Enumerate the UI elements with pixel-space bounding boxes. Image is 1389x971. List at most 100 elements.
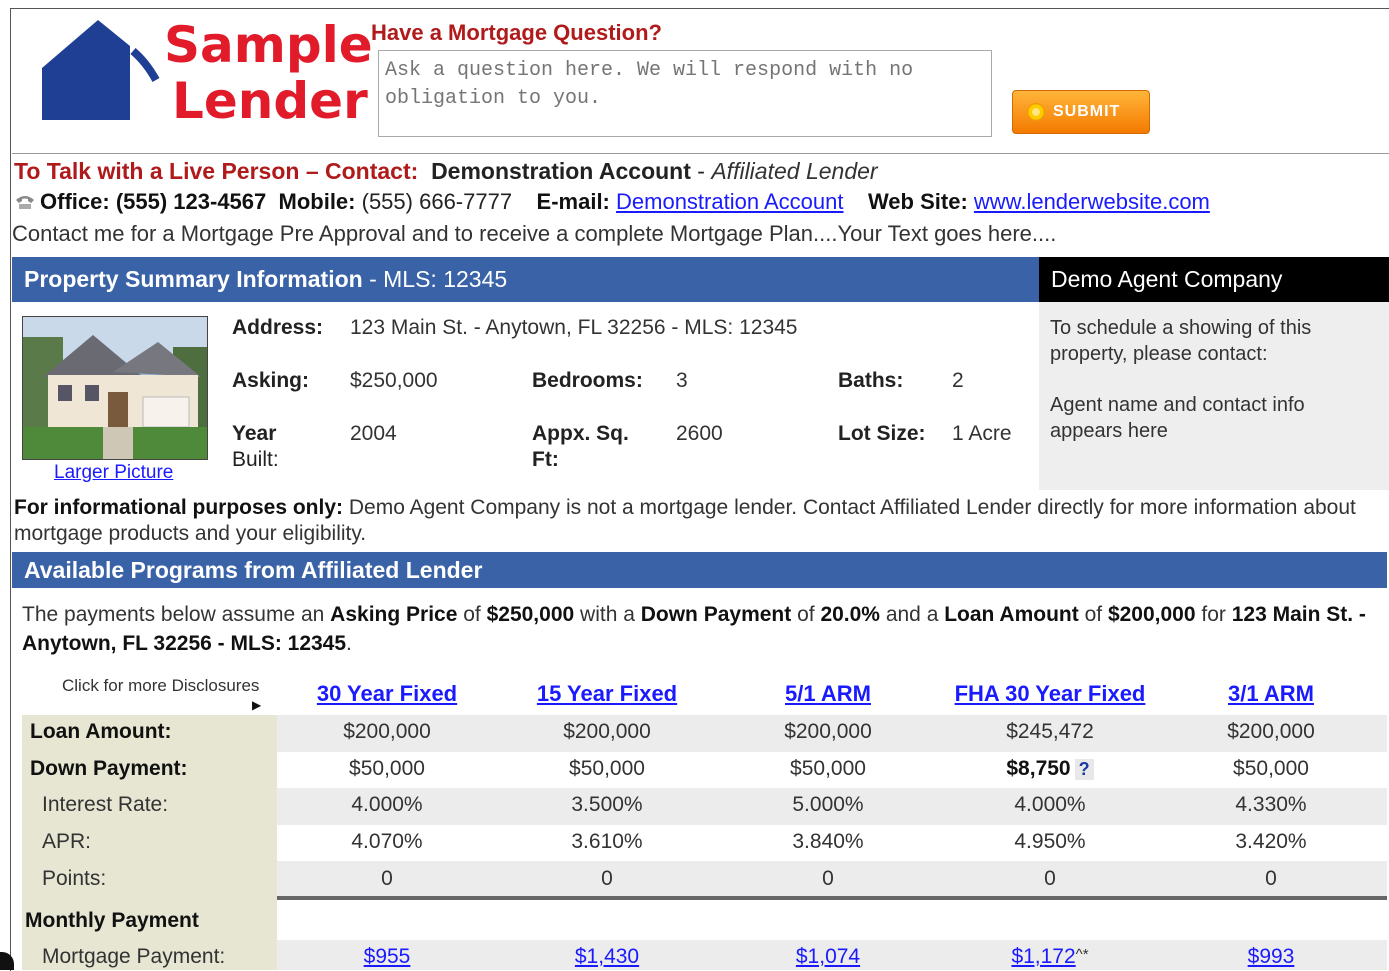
payment-link[interactable]: $993 <box>1248 945 1295 968</box>
website-link[interactable]: www.lenderwebsite.com <box>974 189 1210 214</box>
table-cell: 0 <box>1044 867 1056 890</box>
bedrooms-value: 3 <box>676 369 688 392</box>
assume-bold-4: 20.0% <box>820 603 880 626</box>
table-cell: $50,000 <box>790 757 866 780</box>
col-header-5-1-arm[interactable]: 5/1 ARM <box>728 681 928 707</box>
lot-size-label: Lot Size: <box>838 422 926 445</box>
assume-text-3: with a <box>574 603 641 626</box>
assume-bold-2: $250,000 <box>486 603 575 626</box>
baths-value: 2 <box>952 369 964 392</box>
website-label: Web Site: <box>867 189 968 214</box>
row-label-interest-rate: Interest Rate: <box>42 793 169 816</box>
assume-bold-6: $200,000 <box>1107 603 1196 626</box>
table-cell: $200,000 <box>784 720 872 743</box>
sun-icon <box>1027 103 1045 121</box>
fha-down-payment-value: $8,750 <box>1006 757 1071 780</box>
question-input[interactable] <box>378 50 992 137</box>
assume-text-5: and a <box>879 603 945 626</box>
col-header-fha-30-year-fixed[interactable]: FHA 30 Year Fixed <box>950 681 1150 707</box>
address-value: 123 Main St. - Anytown, FL 32256 - MLS: … <box>350 316 798 339</box>
sqft-label-line1: Appx. Sq. <box>532 422 629 445</box>
table-cell: $50,000 <box>349 757 425 780</box>
row-label-monthly-payment: Monthly Payment <box>25 909 199 932</box>
larger-picture-link[interactable]: Larger Picture <box>54 462 173 484</box>
property-summary-bar: Property Summary Information - MLS: 1234… <box>12 257 1039 302</box>
col-header-15-year-fixed[interactable]: 15 Year Fixed <box>507 681 707 707</box>
payment-link[interactable]: $1,430 <box>575 945 639 968</box>
table-cell: $8,750? <box>950 757 1150 781</box>
house-logo-icon <box>42 20 160 120</box>
agent-company-bar: Demo Agent Company <box>1039 257 1389 302</box>
assume-bold-3: Down Payment <box>640 603 792 626</box>
email-link[interactable]: Demonstration Account <box>616 189 843 214</box>
address-label: Address: <box>232 316 324 339</box>
assume-text-1: The payments below assume an <box>22 603 331 626</box>
table-cell: 3.500% <box>571 793 643 816</box>
assume-bold-5: Loan Amount <box>944 603 1079 626</box>
table-cell: $955 <box>287 945 487 969</box>
table-cell: 5.000% <box>792 793 864 816</box>
office-value: (555) 123-4567 <box>115 189 267 214</box>
contact-line: To Talk with a Live Person – Contact: De… <box>14 158 878 185</box>
phone-icon <box>16 196 34 209</box>
payment-link[interactable]: $1,172 <box>1011 945 1075 968</box>
row-label-points: Points: <box>42 867 107 890</box>
row-label-loan-amount: Loan Amount: <box>30 720 172 743</box>
talk-label: To Talk with a Live Person – Contact: <box>14 158 419 184</box>
assume-text-6: of <box>1078 603 1108 626</box>
table-cell: $1,430 <box>507 945 707 969</box>
year-built-label-line1: Year <box>232 422 277 445</box>
table-cell: 3.840% <box>792 830 864 853</box>
table-cell: 4.330% <box>1235 793 1307 816</box>
table-cell: $50,000 <box>1233 757 1309 780</box>
asking-value: $250,000 <box>350 369 438 392</box>
table-cell: $1,172^* <box>950 945 1150 969</box>
table-cell: $50,000 <box>569 757 645 780</box>
contact-name: Demonstration Account <box>431 158 691 184</box>
office-label: Office: <box>40 189 110 214</box>
bedrooms-label: Bedrooms: <box>532 369 643 392</box>
property-summary-mls: - MLS: 12345 <box>362 266 508 292</box>
contact-separator: - <box>690 158 712 184</box>
payment-footnote-mark: ^* <box>1075 946 1089 963</box>
lot-size-value: 1 Acre <box>952 422 1012 445</box>
triangle-right-icon[interactable]: ▶ <box>252 698 261 712</box>
assume-text-2: of <box>457 603 487 626</box>
submit-label: SUBMIT <box>1053 103 1121 120</box>
submit-button[interactable]: SUBMIT <box>1012 90 1150 134</box>
disclosures-link[interactable]: Click for more Disclosures <box>62 676 259 696</box>
table-cell: 0 <box>601 867 613 890</box>
year-built-value: 2004 <box>350 422 397 445</box>
table-cell: $200,000 <box>1227 720 1315 743</box>
table-cell: 3.420% <box>1235 830 1307 853</box>
mortgage-question-label: Have a Mortgage Question? <box>371 20 662 45</box>
row-label-mortgage-payment: Mortgage Payment: <box>42 945 226 968</box>
payment-link[interactable]: $955 <box>364 945 411 968</box>
table-cell: $200,000 <box>343 720 431 743</box>
logo-text-sample: Sample <box>164 16 373 74</box>
contact-tagline: Contact me for a Mortgage Pre Approval a… <box>12 221 1057 246</box>
year-built-label-line2: Built: <box>232 448 279 471</box>
table-cell: 3.610% <box>571 830 643 853</box>
table-cell: 0 <box>1265 867 1277 890</box>
row-label-apr: APR: <box>42 830 92 853</box>
baths-label: Baths: <box>838 369 904 392</box>
assume-bold-1: Asking Price <box>330 603 458 626</box>
property-photo[interactable] <box>22 316 208 460</box>
table-cell: 4.950% <box>1014 830 1086 853</box>
col-header-3-1-arm[interactable]: 3/1 ARM <box>1171 681 1371 707</box>
asking-label: Asking: <box>232 369 310 392</box>
email-label: E-mail: <box>536 189 610 214</box>
payment-assumption-text: The payments below assume an Asking Pric… <box>22 600 1372 658</box>
col-header-30-year-fixed[interactable]: 30 Year Fixed <box>287 681 487 707</box>
table-cell: $200,000 <box>563 720 651 743</box>
mobile-label: Mobile: <box>278 189 356 214</box>
payment-link[interactable]: $1,074 <box>796 945 860 968</box>
year-built-label: Year Built: <box>232 421 279 473</box>
header-divider <box>12 153 1389 154</box>
table-cell: 0 <box>822 867 834 890</box>
assume-text-4: of <box>791 603 821 626</box>
programs-bar: Available Programs from Affiliated Lende… <box>12 552 1387 588</box>
table-cell: 4.000% <box>351 793 423 816</box>
help-question-icon[interactable]: ? <box>1074 759 1094 780</box>
